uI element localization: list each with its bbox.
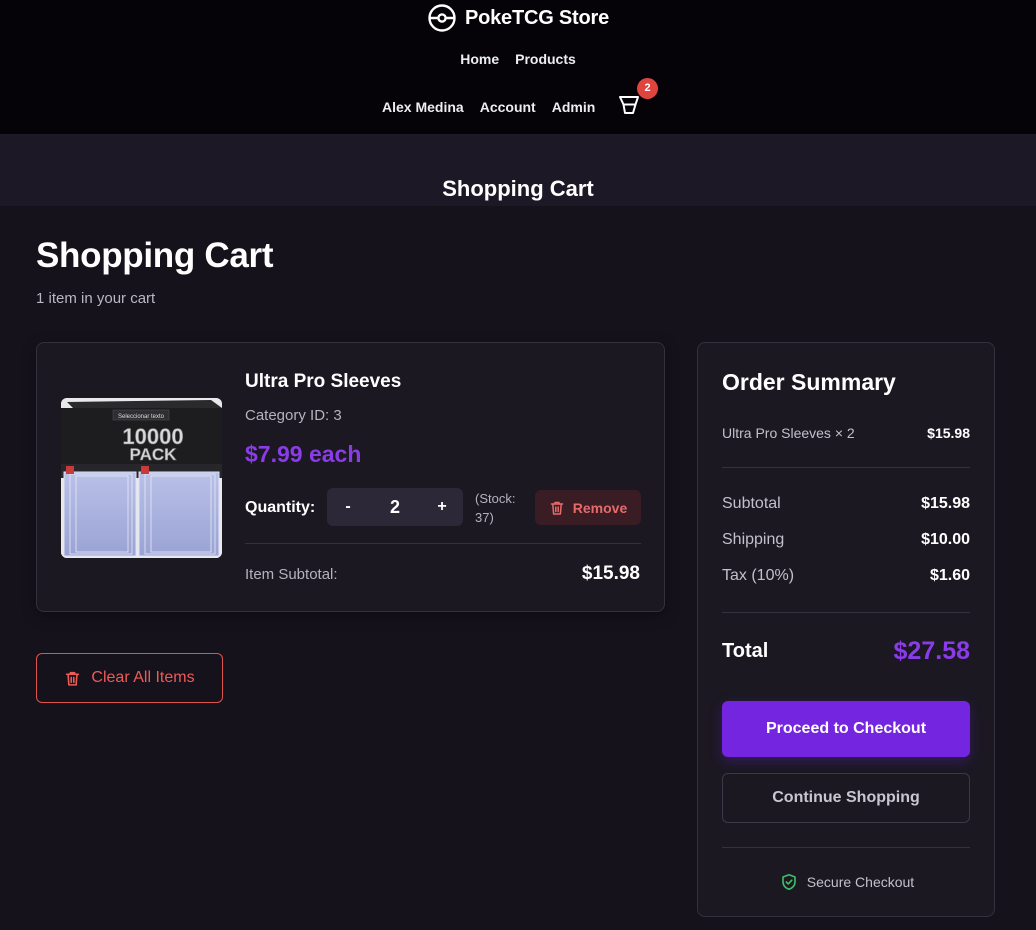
total-value: $27.58 (893, 637, 970, 665)
summary-line-item-name: Ultra Pro Sleeves × 2 (722, 425, 855, 441)
user-nav: Alex Medina Account Admin (382, 97, 595, 117)
cart-item-count: 1 item in your cart (36, 290, 156, 307)
subtotal-value: $15.98 (921, 495, 970, 512)
nav-admin-link[interactable]: Admin (552, 99, 596, 115)
shield-check-icon (781, 874, 796, 890)
box-subtitle-text: PACK (130, 445, 178, 464)
nav-user-name-link[interactable]: Alex Medina (382, 99, 464, 115)
continue-shopping-button[interactable]: Continue Shopping (722, 773, 970, 823)
cart-count-badge: 2 (637, 78, 658, 99)
subtotal-label: Subtotal (722, 495, 781, 512)
product-unit-price: $7.99 each (245, 441, 362, 467)
quantity-value[interactable]: 2 (375, 488, 415, 526)
summary-divider (722, 467, 970, 468)
item-divider (245, 543, 641, 544)
stock-info: (Stock: 37) (475, 491, 516, 525)
trash-icon (66, 671, 80, 686)
top-navbar: PokeTCG Store Home Products Alex Medina … (0, 0, 1036, 134)
pokeball-logo-icon (428, 4, 456, 32)
summary-divider (722, 612, 970, 613)
clear-all-label: Clear All Items (91, 669, 195, 686)
product-image[interactable]: Seleccionar texto 10000 PACK (61, 398, 222, 558)
nav-home-link[interactable]: Home (460, 51, 499, 67)
quantity-stepper: - 2 + (327, 488, 463, 526)
decrease-quantity-button[interactable]: - (329, 488, 367, 526)
shipping-value: $10.00 (921, 531, 970, 548)
nav-products-link[interactable]: Products (515, 51, 576, 67)
tax-value: $1.60 (929, 567, 970, 584)
clear-all-items-button[interactable]: Clear All Items (36, 653, 223, 703)
product-box-art: Seleccionar texto 10000 PACK (61, 398, 222, 558)
brand[interactable]: PokeTCG Store (0, 4, 1036, 32)
cart-item-card: Seleccionar texto 10000 PACK Ultra Pro S… (36, 342, 665, 612)
shipping-label: Shipping (722, 531, 785, 548)
order-summary-title: Order Summary (722, 369, 896, 395)
remove-label: Remove (572, 499, 628, 516)
tax-label: Tax (10%) (722, 567, 795, 584)
box-label-text: Seleccionar texto (118, 414, 165, 420)
secure-checkout-note: Secure Checkout (698, 873, 996, 891)
summary-line-item-value: $15.98 (927, 425, 970, 441)
product-category: Category ID: 3 (245, 407, 342, 424)
order-summary-panel: Order Summary Ultra Pro Sleeves × 2 $15.… (697, 342, 995, 917)
proceed-to-checkout-button[interactable]: Proceed to Checkout (722, 701, 970, 757)
primary-nav: Home Products (0, 51, 1036, 67)
cart-icon (619, 96, 639, 114)
brand-name: PokeTCG Store (464, 6, 610, 29)
secure-checkout-label: Secure Checkout (806, 874, 915, 890)
remove-item-button[interactable]: Remove (535, 490, 641, 525)
cart-button[interactable] (617, 93, 643, 119)
product-name[interactable]: Ultra Pro Sleeves (245, 371, 401, 393)
nav-account-link[interactable]: Account (480, 99, 536, 115)
item-subtotal-value: $15.98 (581, 563, 640, 584)
trash-icon (550, 501, 564, 515)
item-subtotal-label: Item Subtotal: (245, 566, 338, 583)
total-label: Total (722, 640, 769, 662)
page-title: Shopping Cart (36, 236, 274, 275)
summary-divider (722, 847, 970, 848)
hero-title: Shopping Cart (442, 176, 594, 201)
quantity-label: Quantity: (245, 499, 316, 516)
increase-quantity-button[interactable]: + (423, 488, 461, 526)
